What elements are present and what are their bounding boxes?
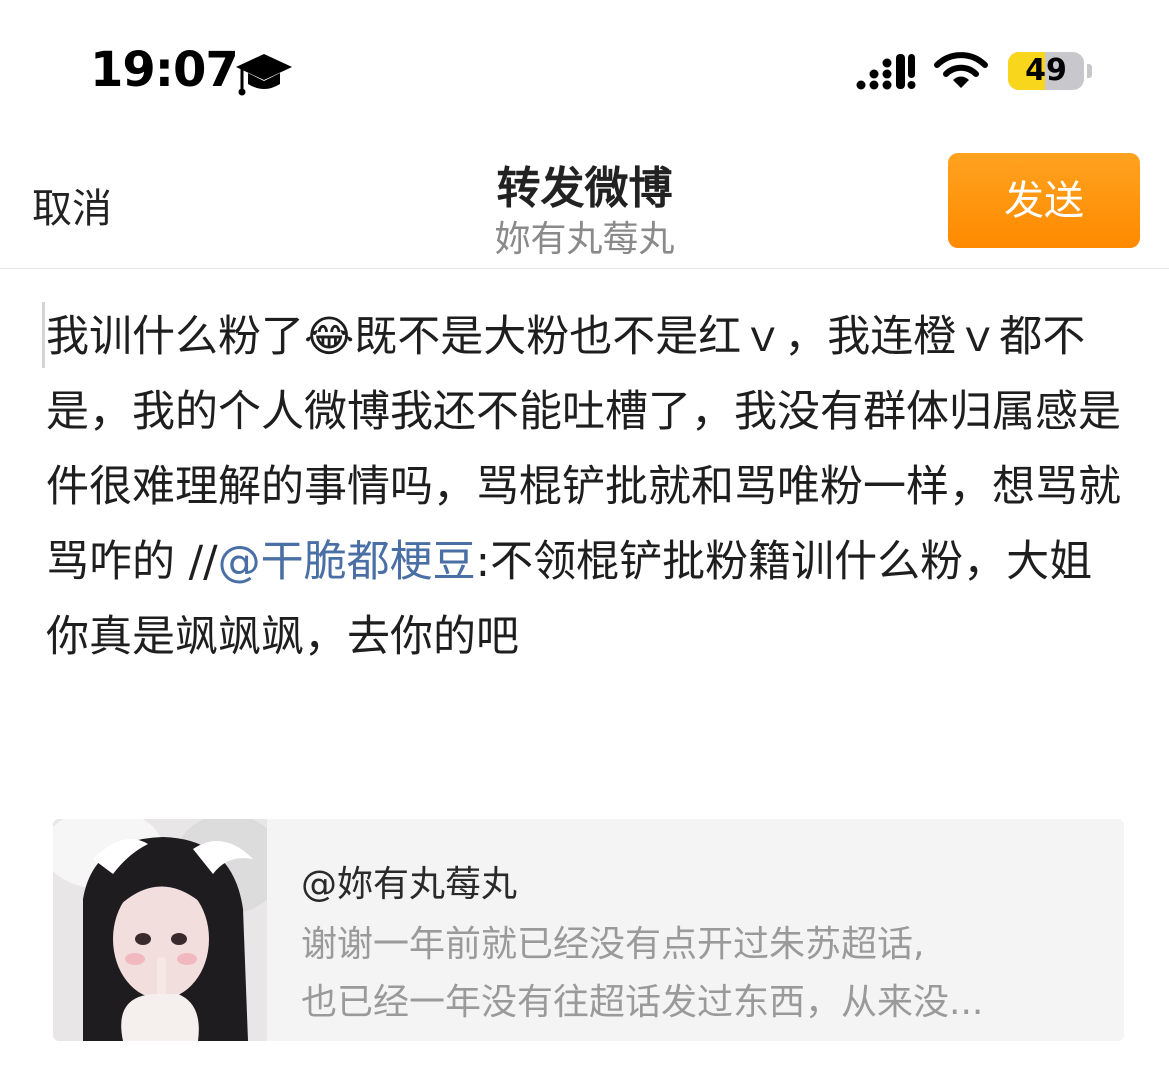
nav-bar: 取消 转发微博 妳有丸莓丸 发送 — [0, 130, 1169, 269]
mention-link[interactable]: @干脆都梗豆 — [218, 537, 476, 587]
quoted-post-text-line1: 谢谢一年前就已经没有点开过朱苏超话, — [301, 924, 925, 965]
status-time: 19:07 — [90, 42, 239, 98]
battery-level-text: 49 — [1025, 53, 1067, 88]
wifi-icon — [934, 52, 988, 88]
send-button[interactable]: 发送 — [948, 153, 1140, 248]
text-cursor — [42, 302, 45, 368]
cellular-signal-icon — [856, 54, 916, 90]
graduation-cap-icon — [236, 54, 292, 96]
quoted-post-card[interactable]: @妳有丸莓丸 谢谢一年前就已经没有点开过朱苏超话, 也已经一年没有往超话发过东西… — [53, 819, 1124, 1041]
compose-text-part1: 我训什么粉了 — [46, 312, 304, 362]
laughing-tears-emoji-icon: 😂 — [304, 312, 355, 362]
status-bar: 19:07 49 — [0, 0, 1169, 130]
battery-tip — [1087, 64, 1092, 78]
compose-textarea[interactable]: 我训什么粉了😂既不是大粉也不是红ｖ，我连橙ｖ都不是，我的个人微博我还不能吐槽了，… — [46, 300, 1126, 675]
post-thumbnail-image — [53, 819, 267, 1041]
battery-icon: 49 — [1008, 52, 1084, 90]
quoted-post-author: @妳有丸莓丸 — [301, 864, 518, 905]
quoted-post-text-line2: 也已经一年没有往超话发过东西，从来没... — [301, 982, 984, 1023]
